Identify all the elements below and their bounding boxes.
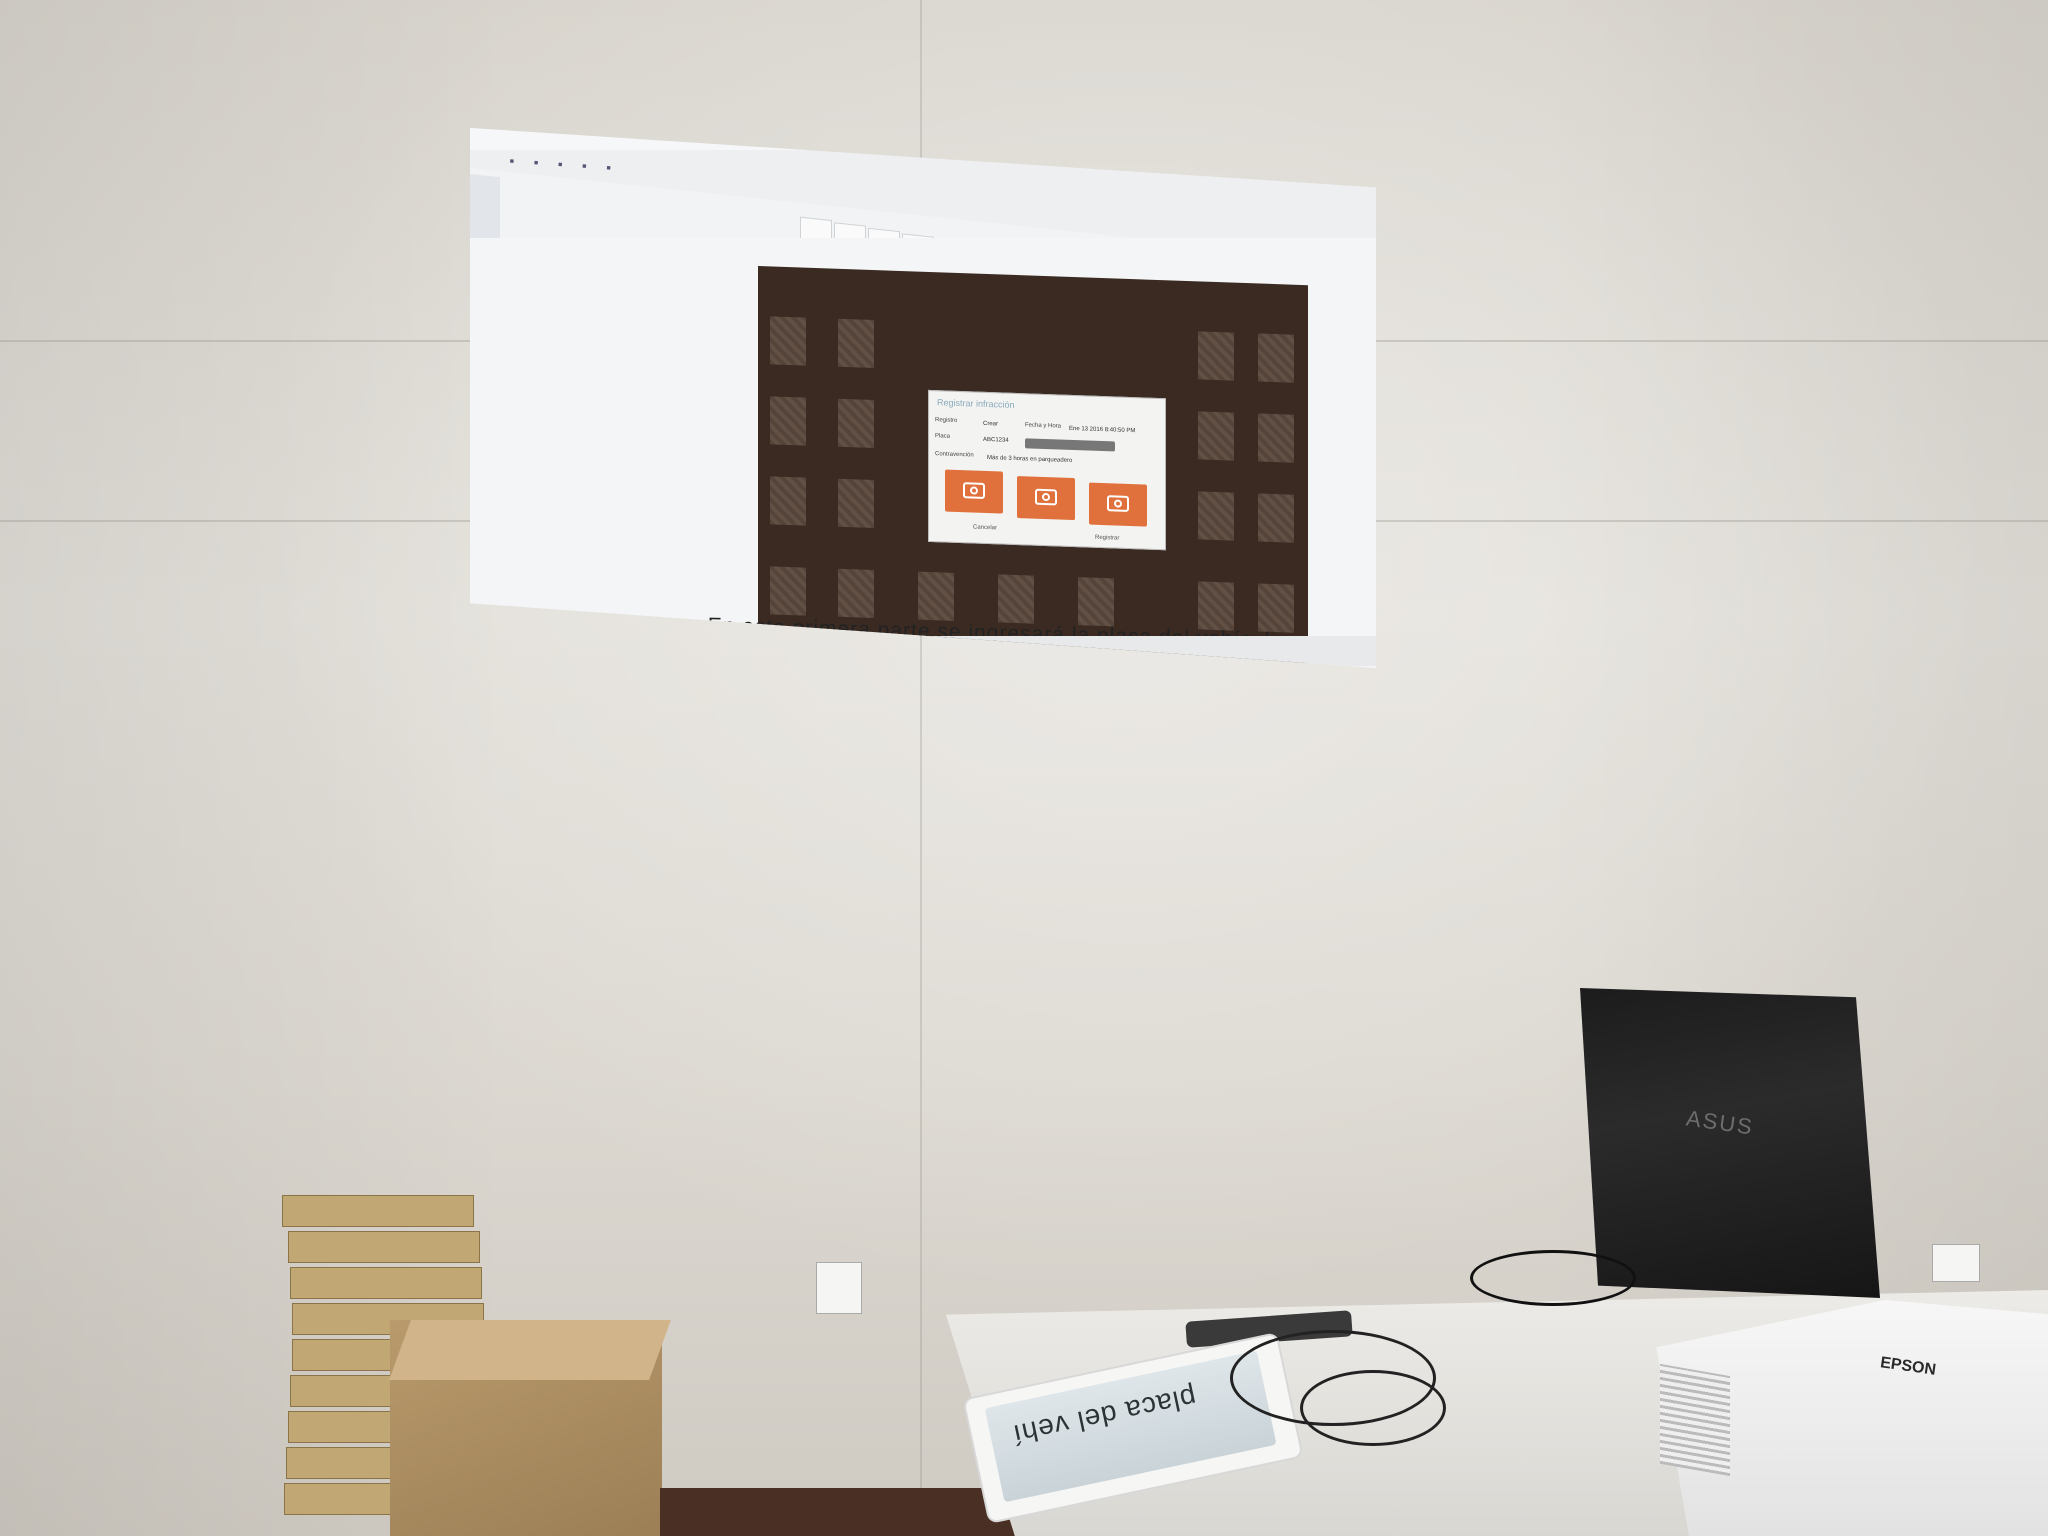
grid-tile <box>918 571 954 621</box>
photo-button-3[interactable] <box>1089 482 1147 527</box>
grid-tile <box>1258 333 1294 383</box>
cancel-button[interactable]: Cancelar <box>973 525 997 532</box>
grid-tile <box>998 574 1034 624</box>
projected-screen: ■ ■ ■ ■ ■ Registrar infracción Registro … <box>470 128 1376 668</box>
grid-tile <box>838 318 874 369</box>
ribbon-tab: ■ <box>582 163 587 171</box>
ribbon-tab: ■ <box>509 158 515 166</box>
grid-tile <box>1198 411 1234 461</box>
camera-icon <box>963 482 985 499</box>
value-contravencion: Más de 3 horas en parqueadero <box>987 454 1073 464</box>
grid-tile <box>770 566 806 616</box>
grid-tile <box>1198 331 1234 381</box>
wall-outlet <box>1932 1244 1980 1282</box>
camera-icon <box>1035 488 1057 506</box>
word-ribbon-tabs: ■ ■ ■ ■ ■ <box>510 158 611 172</box>
register-dialog: Registrar infracción Registro Crear Plac… <box>928 389 1166 551</box>
embedded-app-screenshot: Registrar infracción Registro Crear Plac… <box>758 266 1308 668</box>
grid-tile <box>1198 581 1234 631</box>
cardboard-flap <box>389 1320 671 1380</box>
dialog-title: Registrar infracción <box>937 397 1015 410</box>
grid-tile <box>1198 491 1234 541</box>
grid-tile <box>1078 577 1114 627</box>
photo-button-1[interactable] <box>945 469 1003 514</box>
value-fecha-hora: Ene 13 2016 8:40:50 PM <box>1069 425 1136 435</box>
label-placa: Placa <box>935 433 951 440</box>
box <box>282 1195 474 1227</box>
grid-tile <box>770 476 806 526</box>
grid-tile <box>1258 493 1294 543</box>
grid-tile <box>838 568 874 619</box>
grid-tile <box>770 316 806 366</box>
laptop-lid <box>1580 988 1880 1298</box>
label-fecha-hora: Fecha y Hora <box>1025 422 1062 430</box>
label-registro: Registro <box>935 417 958 424</box>
wall-outlet <box>816 1262 862 1314</box>
laptop-cable <box>1470 1250 1636 1306</box>
ribbon-tab: ■ <box>533 159 539 167</box>
grid-tile <box>1258 583 1294 633</box>
grid-tile <box>838 478 874 529</box>
grid-tile <box>770 396 806 446</box>
ribbon-tab: ■ <box>606 164 611 173</box>
box <box>288 1231 480 1263</box>
register-button[interactable]: Registrar <box>1095 535 1119 542</box>
datetime-field[interactable] <box>1025 438 1115 452</box>
label-contravencion: Contravención <box>935 451 974 459</box>
box <box>290 1267 482 1299</box>
cable <box>1300 1370 1446 1446</box>
ribbon-tab: ■ <box>557 161 563 169</box>
value-placa: ABC1234 <box>983 436 1009 444</box>
value-registro: Crear <box>983 420 999 428</box>
grid-tile <box>1258 413 1294 463</box>
camera-icon <box>1107 495 1129 512</box>
grid-tile <box>838 398 874 449</box>
photo-button-2[interactable] <box>1017 476 1075 521</box>
projector-vent <box>1660 1363 1730 1477</box>
